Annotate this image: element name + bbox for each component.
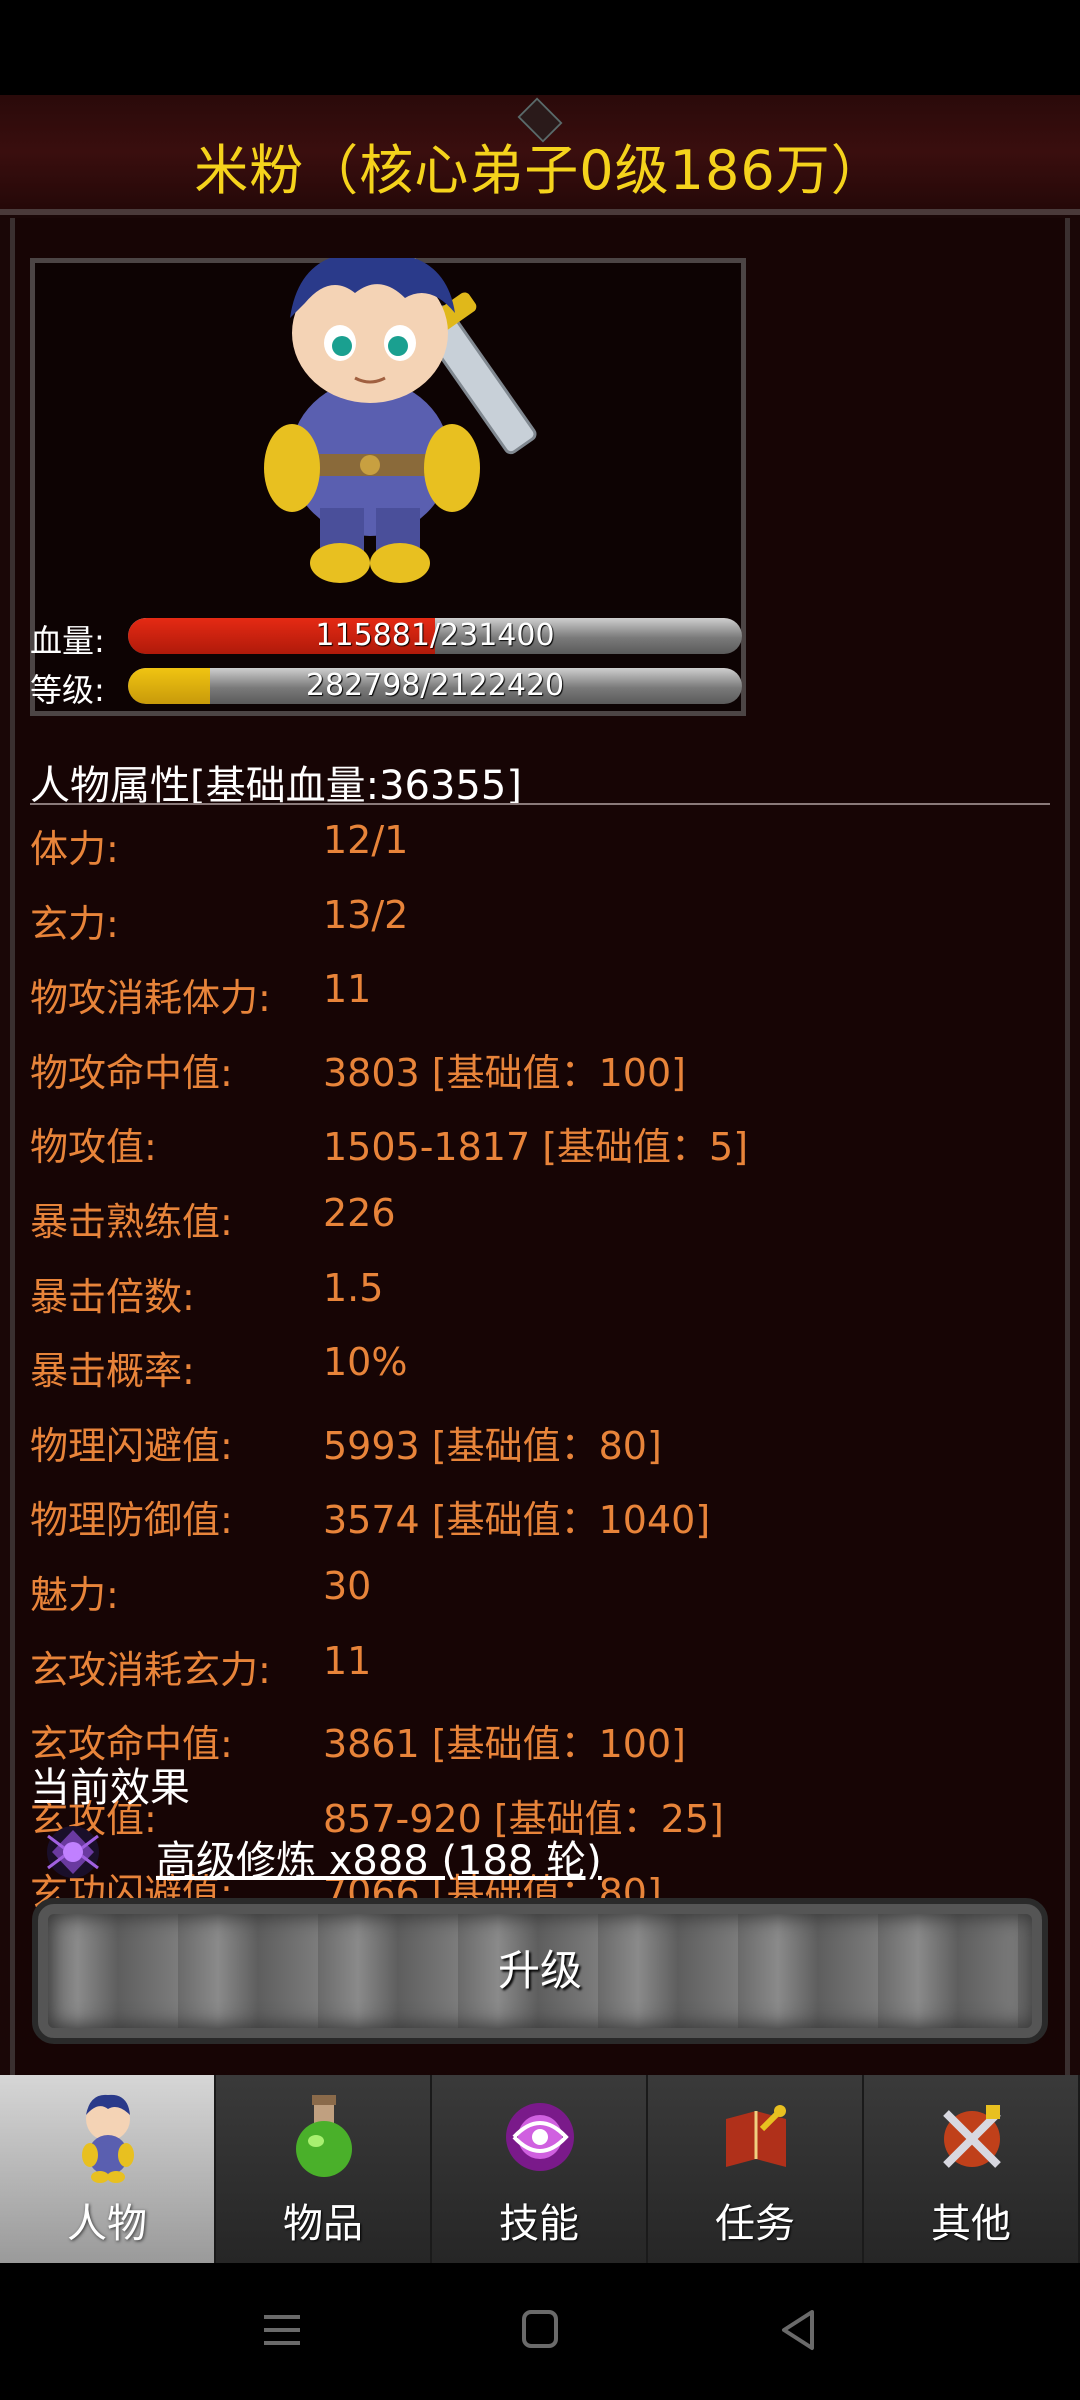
status-bar [0,0,1080,95]
attribute-value: 3803 [基础值：100] [323,1050,686,1095]
quest-book-icon [726,2105,786,2167]
level-bar: 282798/2122420 [128,668,742,704]
tab-quests[interactable]: 任务 [648,2075,864,2263]
tab-character[interactable]: 人物 [0,2075,216,2263]
attribute-value: 11 [323,1638,372,1683]
tab-skills-label: 技能 [499,2201,579,2247]
attribute-value: 30 [323,1564,372,1608]
character-portrait [264,258,537,583]
attribute-value: 226 [323,1191,396,1235]
purple-swirl-icon [47,1826,99,1878]
attribute-label: 暴击倍数: [30,1274,195,1319]
attribute-value: 5993 [基础值：80] [323,1423,662,1468]
attribute-label: 物攻命中值: [30,1050,233,1095]
attribute-value: 11 [323,967,372,1012]
attribute-label: 物攻消耗体力: [30,976,271,1021]
attribute-label: 体力: [30,827,119,871]
tab-others[interactable]: 其他 [864,2075,1080,2263]
tab-items[interactable]: 物品 [216,2075,432,2263]
crossed-swords-icon [943,2105,1001,2168]
upgrade-button-label: 升级 [497,1946,582,1995]
attribute-value: 12/1 [323,818,409,862]
attribute-label: 物攻值: [30,1125,157,1170]
effect-item-link[interactable]: 高级修炼 x888 (188 轮) [156,1828,602,1886]
attribute-value: 1.5 [323,1265,384,1310]
bottom-tab-bar: 人物 物品 技能 任务 其他 [0,2075,1080,2263]
character-icon [82,2094,134,2183]
page-title: 米粉（核心弟子0级186万） [194,139,886,202]
attribute-value: 3574 [基础值：1040] [323,1498,711,1543]
attribute-label: 魅力: [30,1573,119,1617]
tab-quests-label: 任务 [715,2201,795,2247]
section-divider [30,803,1050,805]
home-icon[interactable] [500,2295,580,2365]
tab-items-label: 物品 [283,2201,363,2247]
hp-label: 血量: [30,622,105,660]
attribute-label: 物理防御值: [30,1498,233,1543]
level-label: 等级: [30,671,105,709]
tab-others-label: 其他 [931,2201,1011,2247]
attribute-value: 3861 [基础值：100] [323,1722,686,1767]
back-icon[interactable] [758,2295,838,2365]
attribute-label: 暴击熟练值: [30,1200,233,1244]
hp-value: 115881/231400 [315,618,555,653]
attribute-label: 暴击概率: [30,1349,195,1394]
upgrade-button[interactable]: 升级 [32,1898,1048,2044]
hp-bar: 115881/231400 [128,618,742,654]
tab-skills[interactable]: 技能 [432,2075,648,2263]
attribute-value: 1505-1817 [基础值：5] [323,1125,749,1170]
attribute-value: 10% [323,1340,408,1385]
attribute-label: 物理闪避值: [30,1423,233,1468]
system-nav-bar [0,2263,1080,2400]
effects-header: 当前效果 [30,1765,190,1811]
level-value: 282798/2122420 [305,668,565,703]
potion-icon [296,2095,352,2177]
attribute-label: 玄力: [30,901,119,946]
menu-icon[interactable] [242,2295,322,2365]
attribute-label: 玄攻消耗玄力: [30,1647,271,1692]
tab-character-label: 人物 [67,2201,147,2247]
attribute-value: 13/2 [323,892,409,937]
skill-orb-icon [506,2103,574,2171]
